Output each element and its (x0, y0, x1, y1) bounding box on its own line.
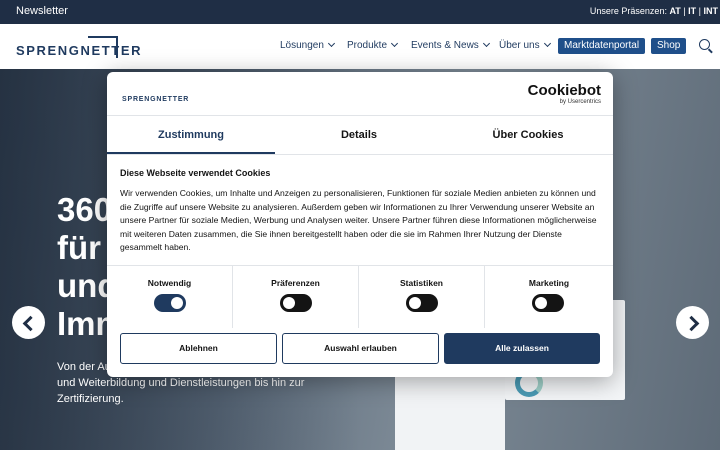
chevron-down-icon (543, 39, 551, 48)
presence-label: Unsere Präsenzen: (589, 6, 667, 16)
hero-subtext-line: Zertifizierung. (57, 393, 124, 405)
dialog-heading: Diese Webseite verwendet Cookies (120, 168, 271, 178)
site-header: SPRENGNETTER Lösungen Produkte Events & … (0, 24, 720, 69)
presence-link-int[interactable]: INT (704, 6, 719, 16)
cookiebot-brand[interactable]: Cookiebot by Usercentrics (527, 82, 601, 106)
chevron-down-icon (327, 39, 335, 48)
dialog-buttons: Ablehnen Auswahl erlauben Alle zulassen (107, 327, 613, 377)
toggle-notwendig[interactable] (154, 294, 186, 312)
main-nav: Lösungen Produkte Events & News Über uns… (0, 24, 720, 69)
pref-praeferenzen: Präferenzen (233, 266, 359, 328)
nav-item-loesungen[interactable]: Lösungen (280, 39, 335, 51)
dialog-logo: SPRENGNETTER (122, 88, 188, 103)
chevron-down-icon (482, 39, 490, 48)
dialog-content: Diese Webseite verwendet Cookies Wir ver… (120, 168, 600, 255)
shop-button[interactable]: Shop (651, 38, 687, 54)
allow-selection-button[interactable]: Auswahl erlauben (282, 333, 439, 364)
presence-link-at[interactable]: AT (669, 6, 680, 16)
pref-label: Präferenzen (271, 278, 320, 288)
cookie-consent-dialog: SPRENGNETTER Cookiebot by Usercentrics Z… (107, 72, 613, 377)
pref-statistiken: Statistiken (359, 266, 485, 328)
reject-button[interactable]: Ablehnen (120, 333, 277, 364)
nav-item-produkte[interactable]: Produkte (347, 39, 399, 51)
tab-ueber-cookies[interactable]: Über Cookies (443, 116, 613, 154)
dialog-body: Wir verwenden Cookies, um Inhalte und An… (120, 188, 597, 253)
tab-zustimmung[interactable]: Zustimmung (107, 116, 275, 154)
top-utility-bar: Newsletter Unsere Präsenzen: AT | IT | I… (0, 0, 720, 24)
pref-label: Notwendig (147, 278, 192, 288)
nav-label: Produkte (347, 40, 388, 51)
dialog-logo-text: SPRENGNETTER (122, 96, 190, 103)
pref-notwendig: Notwendig (107, 266, 233, 328)
marktdatenportal-button[interactable]: Marktdatenportal (558, 38, 646, 54)
carousel-next-arrow-icon[interactable] (676, 306, 709, 339)
nav-label: Lösungen (280, 40, 324, 51)
nav-item-ueber-uns[interactable]: Über uns (499, 39, 551, 51)
toggle-praeferenzen[interactable] (280, 294, 312, 312)
tab-details[interactable]: Details (275, 116, 443, 154)
carousel-prev-arrow-icon[interactable] (12, 306, 45, 339)
nav-label: Events & News (411, 40, 479, 51)
allow-all-button[interactable]: Alle zulassen (444, 333, 600, 364)
cookiebot-name: Cookiebot (527, 82, 601, 99)
hero-subtext-line: und Weiterbildung und Dienstleistungen b… (57, 377, 305, 389)
dialog-tabs: Zustimmung Details Über Cookies (107, 115, 613, 155)
pref-label: Statistiken (400, 278, 443, 288)
pref-label: Marketing (528, 278, 570, 288)
presence-link-it[interactable]: IT (688, 6, 696, 16)
cookiebot-byline: by Usercentrics (559, 99, 601, 105)
pref-marketing: Marketing (485, 266, 613, 328)
newsletter-link[interactable]: Newsletter (16, 5, 68, 17)
nav-item-events-news[interactable]: Events & News (411, 39, 490, 51)
search-icon[interactable] (699, 39, 710, 50)
nav-label: Über uns (499, 40, 540, 51)
toggle-marketing[interactable] (532, 294, 564, 312)
cookie-preferences: Notwendig Präferenzen Statistiken Market… (107, 265, 613, 328)
hero-laptop-image (395, 374, 505, 450)
presence-selector: Unsere Präsenzen: AT | IT | INT (589, 6, 719, 16)
hero-headline-line-1: 360 (57, 191, 113, 228)
chevron-down-icon (390, 39, 399, 48)
hero-headline-line-2: für (57, 229, 101, 266)
toggle-statistiken[interactable] (406, 294, 438, 312)
